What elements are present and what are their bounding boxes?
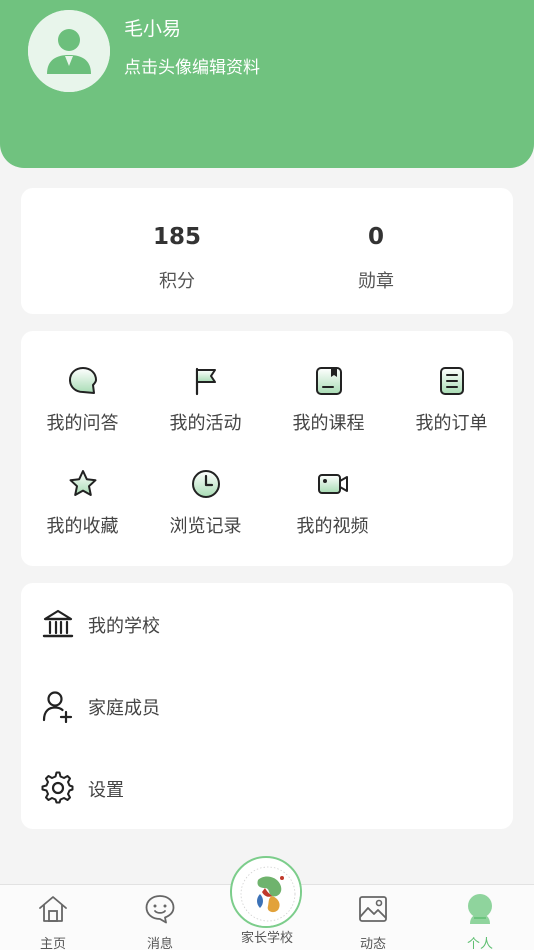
my-courses-item[interactable]: 我的课程 [267, 365, 390, 455]
medals-value: 0 [367, 224, 384, 250]
edit-profile-hint[interactable]: 点击头像编辑资料 [124, 53, 260, 78]
tab-home[interactable]: 主页 [13, 885, 93, 950]
feature-grid: 我的问答 我的活动 我的课程 我的订单 我的收藏 浏览记录 我的视频 [21, 331, 513, 566]
tab-messages[interactable]: 消息 [120, 885, 200, 950]
family-members-label: 家庭成员 [88, 698, 160, 719]
avatar[interactable] [28, 10, 110, 92]
parent-school-button[interactable] [230, 856, 302, 928]
my-qa-label: 我的问答 [46, 413, 119, 434]
my-favorites-item[interactable]: 我的收藏 [21, 468, 144, 558]
browse-history-item[interactable]: 浏览记录 [144, 468, 267, 558]
my-favorites-label: 我的收藏 [46, 516, 119, 537]
add-person-icon [42, 691, 73, 723]
order-list-icon [440, 367, 464, 395]
my-activity-item[interactable]: 我的活动 [144, 365, 267, 455]
my-videos-label: 我的视频 [296, 516, 369, 537]
message-icon [145, 895, 175, 924]
clock-icon [192, 470, 220, 498]
stats-card: 185 积分 0 勋章 [21, 188, 513, 314]
my-orders-item[interactable]: 我的订单 [390, 365, 513, 455]
school-building-icon [42, 609, 74, 638]
person-icon [468, 894, 492, 924]
my-qa-item[interactable]: 我的问答 [21, 365, 144, 455]
list-item-settings[interactable]: 设置 [21, 747, 513, 829]
settings-list: 我的学校 家庭成员 设置 [21, 583, 513, 829]
points-value: 185 [152, 224, 201, 250]
my-orders-label: 我的订单 [415, 413, 488, 434]
my-courses-label: 我的课程 [292, 413, 365, 434]
list-item-my-school[interactable]: 我的学校 [21, 583, 513, 665]
tab-feed-label: 动态 [359, 937, 386, 950]
profile-header: 毛小易 点击头像编辑资料 [0, 0, 534, 168]
medals-label: 勋章 [358, 271, 394, 292]
chat-bubble-icon [69, 367, 97, 394]
course-book-icon [316, 367, 342, 395]
my-school-label: 我的学校 [88, 616, 160, 637]
tab-profile-label: 个人 [466, 937, 493, 950]
user-name[interactable]: 毛小易 [124, 14, 181, 41]
video-camera-icon [318, 474, 348, 494]
my-videos-item[interactable]: 我的视频 [271, 468, 394, 558]
home-icon [39, 896, 67, 922]
settings-label: 设置 [88, 780, 124, 801]
star-icon [69, 470, 97, 496]
my-activity-label: 我的活动 [169, 413, 242, 434]
parent-school-label[interactable]: 家长学校 [226, 927, 308, 946]
list-item-family-members[interactable]: 家庭成员 [21, 665, 513, 747]
gear-icon [41, 771, 74, 804]
points-label: 积分 [159, 271, 195, 292]
user-avatar-icon [28, 10, 110, 92]
tab-profile[interactable]: 个人 [440, 885, 520, 950]
tab-feed[interactable]: 动态 [333, 885, 413, 950]
tab-messages-label: 消息 [146, 937, 173, 950]
flag-icon [195, 367, 216, 396]
image-icon [359, 896, 387, 922]
browse-history-label: 浏览记录 [169, 516, 242, 537]
tab-home-label: 主页 [39, 937, 66, 950]
